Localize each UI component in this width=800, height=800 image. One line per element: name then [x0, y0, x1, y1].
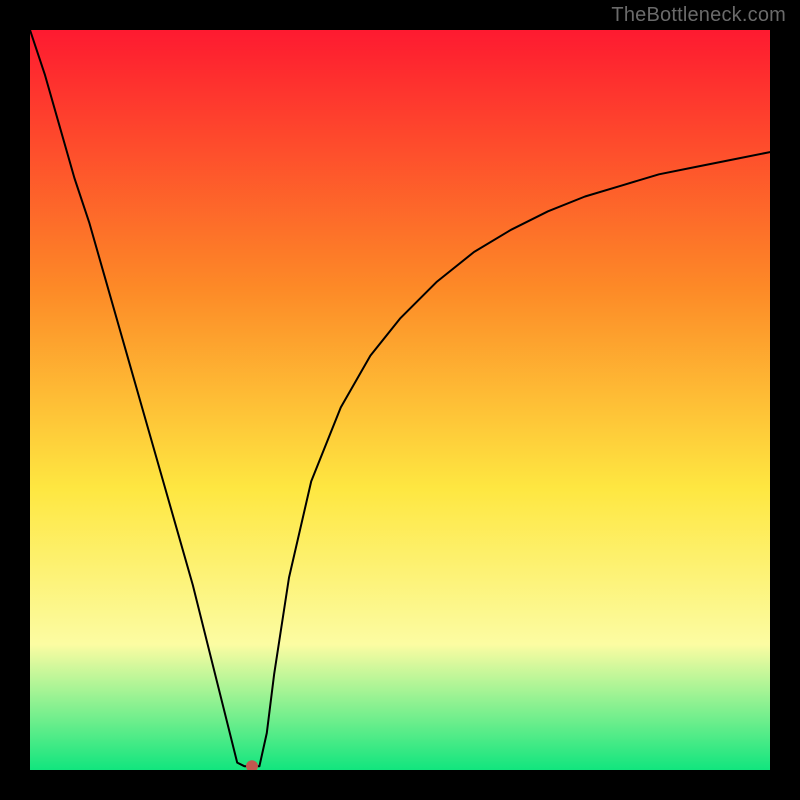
chart-frame: TheBottleneck.com [0, 0, 800, 800]
gradient-background [30, 30, 770, 770]
plot-area [30, 30, 770, 770]
watermark-text: TheBottleneck.com [611, 4, 786, 27]
chart-svg [30, 30, 770, 770]
